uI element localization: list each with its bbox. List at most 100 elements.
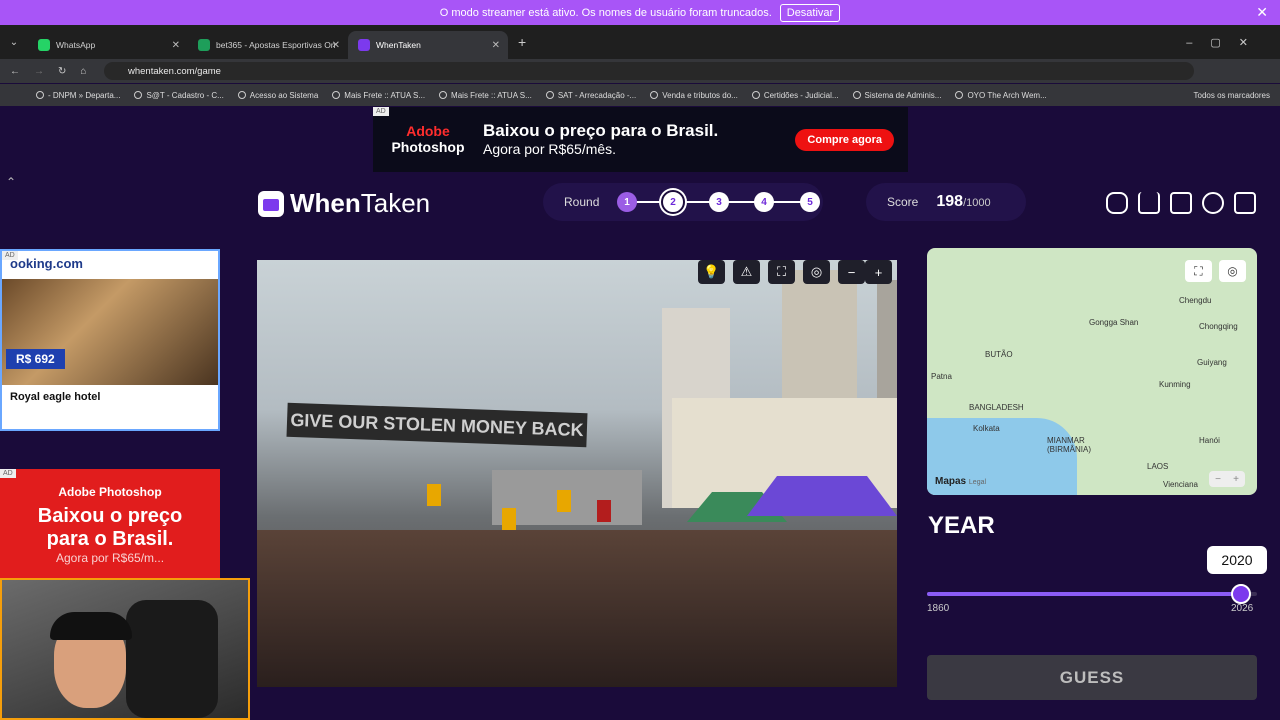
- ad-subline: Agora por R$65/mês.: [483, 141, 617, 158]
- hint-icon[interactable]: 💡: [698, 260, 725, 284]
- crowd: [257, 530, 897, 687]
- map-recenter-icon[interactable]: ◎: [1219, 260, 1246, 282]
- game-photo[interactable]: GIVE OUR STOLEN MONEY BACK: [257, 260, 897, 687]
- streamer-cap: [50, 612, 132, 640]
- new-tab-icon[interactable]: +: [518, 34, 526, 50]
- bookmark-item[interactable]: Certidões - Judicial...: [751, 91, 839, 100]
- streamer-mode-bar: O modo streamer está ativo. Os nomes de …: [0, 0, 1280, 25]
- close-tab-icon[interactable]: ✕: [172, 40, 180, 51]
- user-icon[interactable]: [1234, 192, 1256, 214]
- map-label: Hanói: [1199, 436, 1220, 445]
- collapse-chevron-icon[interactable]: ⌃: [6, 175, 16, 189]
- ad-badge: AD: [373, 107, 389, 116]
- year-slider[interactable]: [927, 584, 1257, 604]
- tab-search-icon[interactable]: ⌄: [0, 37, 28, 48]
- whentaken-icon: [358, 39, 370, 51]
- bookmark-item[interactable]: - DNPM » Departa...: [36, 91, 120, 100]
- map-label: Kolkata: [973, 424, 1000, 433]
- round-dot-4: 4: [754, 192, 774, 212]
- stats-icon[interactable]: [1170, 192, 1192, 214]
- address-bar[interactable]: whentaken.com/game: [104, 62, 1194, 80]
- webcam-overlay: [0, 578, 250, 720]
- report-icon[interactable]: ⚠: [733, 260, 760, 284]
- close-icon[interactable]: ✕: [1256, 4, 1268, 21]
- map-label: Guiyang: [1197, 358, 1227, 367]
- photoshop-side-ad[interactable]: AD Adobe Photoshop Baixou o preço para o…: [0, 469, 220, 579]
- score-value: 198/1000: [936, 193, 991, 210]
- hotel-photo: [2, 279, 218, 385]
- all-bookmarks[interactable]: Todos os marcadores: [1194, 91, 1270, 100]
- bookmark-item[interactable]: Venda e tributos do...: [650, 91, 738, 100]
- round-dot-5: 5: [800, 192, 820, 212]
- flag: [597, 500, 611, 522]
- ad-cta-button[interactable]: Compre agora: [795, 129, 894, 151]
- logo-icon: [258, 190, 284, 217]
- tab-strip: ⌄ WhatsApp ✕ bet365 - Apostas Esportivas…: [0, 25, 1280, 59]
- bookmarks-bar: - DNPM » Departa... S@T - Cadastro - C..…: [0, 84, 1280, 106]
- guess-button[interactable]: GUESS: [927, 655, 1257, 700]
- zoom-out-icon[interactable]: −: [838, 260, 865, 284]
- bookmark-item[interactable]: S@T - Cadastro - C...: [134, 91, 224, 100]
- window-controls[interactable]: –▢✕: [1186, 36, 1266, 49]
- home-icon[interactable]: ⌂: [80, 66, 86, 77]
- zoom-in-icon[interactable]: +: [865, 260, 892, 284]
- fullscreen-icon[interactable]: ⛶: [768, 260, 795, 284]
- bookmark-item[interactable]: Sistema de Adminis...: [852, 91, 941, 100]
- hotel-price: R$ 692: [6, 349, 65, 369]
- flag: [502, 508, 516, 530]
- round-label: Round: [564, 195, 600, 209]
- gamepad-icon[interactable]: [1106, 192, 1128, 214]
- flag: [557, 490, 571, 512]
- year-slider-fill: [927, 592, 1242, 596]
- reload-icon[interactable]: ↻: [58, 66, 66, 77]
- whatsapp-icon: [38, 39, 50, 51]
- gear-icon[interactable]: [1202, 192, 1224, 214]
- url-text: whentaken.com/game: [128, 65, 221, 77]
- top-ad-banner[interactable]: AD Adobe Photoshop Baixou o preço para o…: [373, 107, 908, 172]
- whentaken-logo[interactable]: WhenTaken: [258, 188, 430, 219]
- bookmark-item[interactable]: SAT - Arrecadação -...: [545, 91, 636, 100]
- back-icon[interactable]: ←: [10, 66, 20, 77]
- year-slider-handle[interactable]: [1231, 584, 1252, 604]
- bookmark-item[interactable]: OYO The Arch Wem...: [955, 91, 1047, 100]
- tab-bet365[interactable]: bet365 - Apostas Esportivas On ✕: [188, 31, 348, 59]
- protest-banner: GIVE OUR STOLEN MONEY BACK: [286, 402, 588, 448]
- ad-message: Baixou o preço para o Brasil.: [37, 505, 183, 550]
- map-label: BUTÃO: [985, 350, 1013, 359]
- ad-headline: Baixou o preço para o Brasil.: [483, 121, 719, 141]
- map-attribution: Mapas Legal: [935, 476, 987, 487]
- map-label: Chongqing: [1199, 322, 1238, 331]
- close-tab-icon[interactable]: ✕: [492, 40, 500, 51]
- tab-label: WhatsApp: [56, 40, 96, 50]
- tower-building: [782, 270, 857, 400]
- booking-ad[interactable]: AD ooking.com R$ 692 Royal eagle hotel: [0, 249, 220, 431]
- year-value: 2020: [1207, 546, 1267, 574]
- tab-whentaken[interactable]: WhenTaken ✕: [348, 31, 508, 59]
- map-zoom-control[interactable]: − +: [1209, 471, 1245, 487]
- map-label: Chengdu: [1179, 296, 1212, 305]
- hotel-name: Royal eagle hotel: [10, 391, 101, 403]
- location-map[interactable]: Chengdu Gongga Shan Chongqing BUTÃO Guiy…: [927, 248, 1257, 495]
- forward-icon[interactable]: →: [34, 66, 44, 77]
- round-dot-3: 3: [709, 192, 729, 212]
- map-label: Kunming: [1159, 380, 1191, 389]
- bookmark-item[interactable]: Mais Frete :: ATUA S...: [332, 91, 425, 100]
- tab-label: bet365 - Apostas Esportivas On: [216, 40, 336, 50]
- close-tab-icon[interactable]: ✕: [332, 40, 340, 51]
- bookmark-item[interactable]: Acesso ao Sistema: [237, 91, 318, 100]
- map-fullscreen-icon[interactable]: ⛶: [1185, 260, 1212, 282]
- photoshop-logo: Adobe Photoshop: [391, 123, 465, 155]
- disable-streamer-button[interactable]: Desativar: [779, 3, 841, 22]
- streamer-message: O modo streamer está ativo. Os nomes de …: [439, 6, 772, 19]
- focus-icon[interactable]: ◎: [803, 260, 830, 284]
- tab-whatsapp[interactable]: WhatsApp ✕: [28, 31, 188, 59]
- bookmark-item[interactable]: Mais Frete :: ATUA S...: [439, 91, 532, 100]
- header-actions: [1106, 192, 1256, 214]
- share-icon[interactable]: [1138, 192, 1160, 214]
- map-label: MIANMAR (BIRMÂNIA): [1047, 436, 1091, 454]
- score-indicator: Score 198/1000: [866, 183, 1026, 221]
- map-label: LAOS: [1147, 462, 1169, 471]
- map-label: Vienciana: [1163, 480, 1198, 489]
- booking-logo: ooking.com: [10, 256, 83, 271]
- round-steps: 1 2 3 4 5: [617, 190, 827, 214]
